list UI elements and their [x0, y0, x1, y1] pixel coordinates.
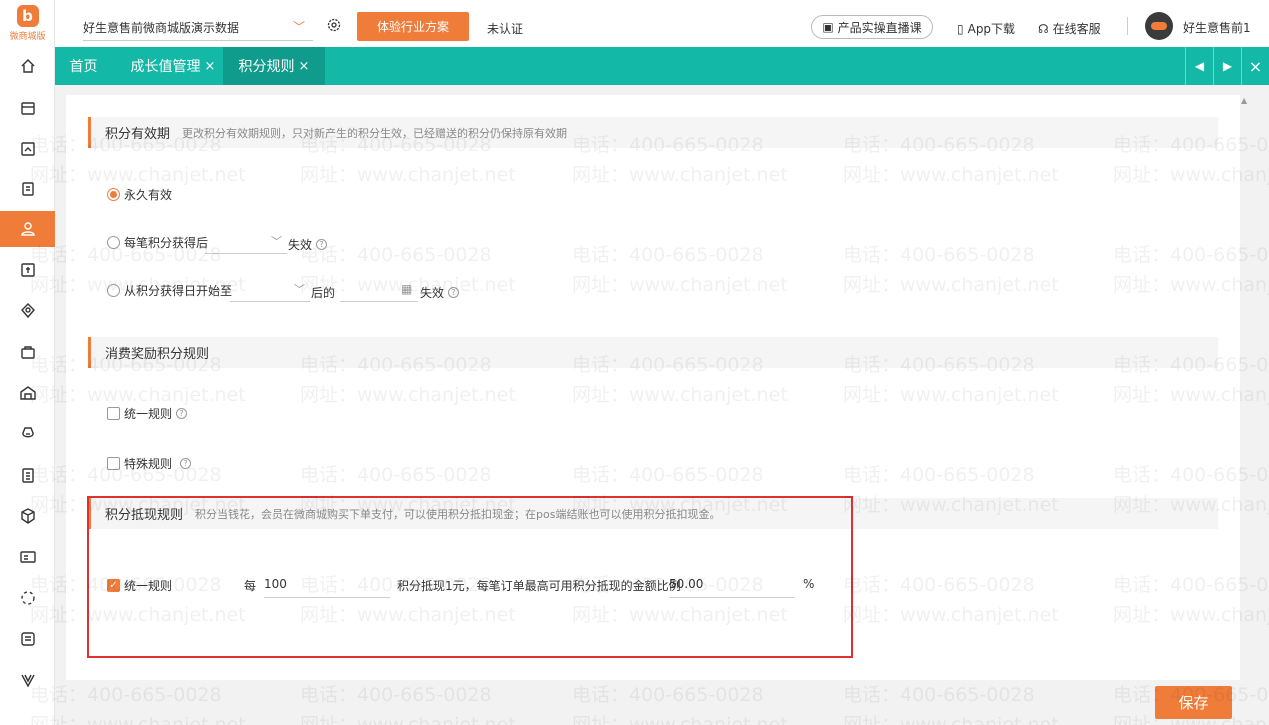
- chevron-down-icon[interactable]: ﹀: [293, 18, 305, 35]
- tab-label: 积分规则: [238, 59, 295, 75]
- auth-status[interactable]: 未认证: [487, 20, 523, 37]
- sidebar-finance-icon[interactable]: [0, 252, 55, 288]
- sidebar-clipboard-icon[interactable]: [0, 457, 55, 493]
- radio-label: 永久有效: [124, 188, 173, 202]
- checkbox-unchecked[interactable]: [107, 407, 120, 420]
- store-selector[interactable]: 好生意售前微商城版演示数据: [83, 19, 239, 36]
- live-course-label: 产品实操直播课: [837, 20, 922, 35]
- tab-label: 成长值管理: [130, 59, 201, 75]
- mid-label: 后的: [311, 286, 336, 300]
- tab-points-rules[interactable]: 积分规则 ×: [223, 47, 325, 85]
- consume-section-header: 消费奖励积分规则: [88, 337, 1218, 368]
- radio-unchecked[interactable]: [107, 284, 120, 297]
- save-button[interactable]: 保存: [1155, 686, 1232, 719]
- sidebar-order-icon[interactable]: [0, 131, 55, 167]
- phone-icon: ▯: [957, 21, 964, 36]
- chevron-down-icon[interactable]: ﹀: [271, 233, 282, 249]
- suffix-label: 失效: [420, 286, 445, 300]
- app-download-link[interactable]: ▯ App下载: [957, 20, 1015, 37]
- sidebar-warehouse-icon[interactable]: [0, 375, 55, 411]
- live-course-button[interactable]: ▣ 产品实操直播课: [811, 15, 933, 39]
- checkbox-consume-special[interactable]: 特殊规则 ?: [107, 455, 192, 472]
- user-name[interactable]: 好生意售前1: [1183, 19, 1251, 36]
- highlight-box: [87, 496, 853, 658]
- each-after-suffix: 失效 ?: [288, 236, 328, 253]
- logo-text: 微商城版: [9, 32, 46, 42]
- sidebar-store-icon[interactable]: [0, 90, 55, 126]
- store-selector-underline: [83, 40, 313, 41]
- gear-icon[interactable]: [326, 17, 342, 36]
- section-title: 消费奖励积分规则: [105, 347, 210, 362]
- tab-label: 首页: [69, 59, 98, 75]
- sidebar-bag-icon[interactable]: [0, 334, 55, 370]
- checkbox-consume-unified[interactable]: 统一规则 ?: [107, 405, 188, 422]
- sidebar-news-icon[interactable]: [0, 621, 55, 657]
- tab-next-button[interactable]: ▶: [1213, 47, 1241, 85]
- sidebar-home-icon[interactable]: [0, 48, 55, 84]
- online-service-label: 在线客服: [1052, 22, 1101, 36]
- online-service-link[interactable]: ☊ 在线客服: [1038, 20, 1101, 37]
- sidebar-member-icon[interactable]: [0, 211, 55, 247]
- from-date-suffix: 失效 ?: [420, 284, 460, 301]
- left-sidebar: b 微商城版: [0, 0, 55, 725]
- radio-label: 从积分获得日开始至: [124, 284, 233, 298]
- suffix-label: 失效: [288, 238, 313, 252]
- close-icon[interactable]: ×: [299, 59, 310, 74]
- app-logo[interactable]: b 微商城版: [0, 0, 55, 47]
- radio-unchecked[interactable]: [107, 236, 120, 249]
- from-date-mid: 后的: [311, 284, 335, 301]
- sidebar-report-icon[interactable]: [0, 171, 55, 207]
- divider: [1127, 17, 1128, 35]
- tv-icon: ▣: [822, 20, 834, 34]
- radio-checked[interactable]: [107, 188, 120, 201]
- sidebar-loading-icon[interactable]: [0, 580, 55, 616]
- sidebar-money-icon[interactable]: [0, 416, 55, 452]
- industry-solution-button[interactable]: 体验行业方案: [357, 12, 469, 41]
- scroll-up-arrow[interactable]: ▲: [1241, 96, 1247, 105]
- app-download-label: App下载: [967, 22, 1016, 36]
- sidebar-marketing-icon[interactable]: [0, 293, 55, 329]
- tab-prev-button[interactable]: ◀: [1185, 47, 1213, 85]
- top-header: 好生意售前微商城版演示数据 ﹀ 体验行业方案 未认证 ▣ 产品实操直播课 ▯ A…: [55, 0, 1269, 47]
- help-icon[interactable]: ?: [180, 458, 192, 469]
- sidebar-cube-icon[interactable]: [0, 498, 55, 534]
- headset-icon: ☊: [1038, 21, 1049, 36]
- chevron-down-icon[interactable]: ﹀: [294, 281, 305, 297]
- help-icon[interactable]: ?: [316, 239, 328, 250]
- radio-each-after[interactable]: 每笔积分获得后: [107, 234, 208, 251]
- radio-from-date[interactable]: 从积分获得日开始至: [107, 282, 232, 299]
- logo-mark-icon: b: [16, 5, 39, 27]
- sidebar-vip-icon[interactable]: [0, 662, 55, 698]
- checkbox-label: 特殊规则: [124, 457, 173, 471]
- avatar[interactable]: [1145, 12, 1173, 40]
- section-title: 积分有效期: [105, 127, 171, 142]
- sidebar-card-icon[interactable]: [0, 539, 55, 575]
- help-icon[interactable]: ?: [176, 408, 188, 419]
- radio-label: 每笔积分获得后: [124, 236, 209, 250]
- checkbox-unchecked[interactable]: [107, 457, 120, 470]
- close-all-tabs-button[interactable]: ×: [1241, 47, 1269, 85]
- close-icon[interactable]: ×: [205, 59, 216, 74]
- tab-bar: 首页 成长值管理 × 积分规则 × ◀ ▶ ×: [55, 47, 1269, 85]
- radio-forever[interactable]: 永久有效: [107, 186, 172, 203]
- calendar-icon[interactable]: ▦: [401, 282, 412, 296]
- validity-section-header: 积分有效期 更改积分有效期规则，只对新产生的积分生效，已经赠送的积分仍保持原有效…: [88, 117, 1218, 148]
- help-icon[interactable]: ?: [448, 287, 460, 298]
- tab-home[interactable]: 首页: [55, 47, 112, 85]
- section-desc: 更改积分有效期规则，只对新产生的积分生效，已经赠送的积分仍保持原有效期: [182, 126, 568, 140]
- checkbox-label: 统一规则: [124, 407, 173, 421]
- tab-growth-value[interactable]: 成长值管理 ×: [123, 47, 223, 85]
